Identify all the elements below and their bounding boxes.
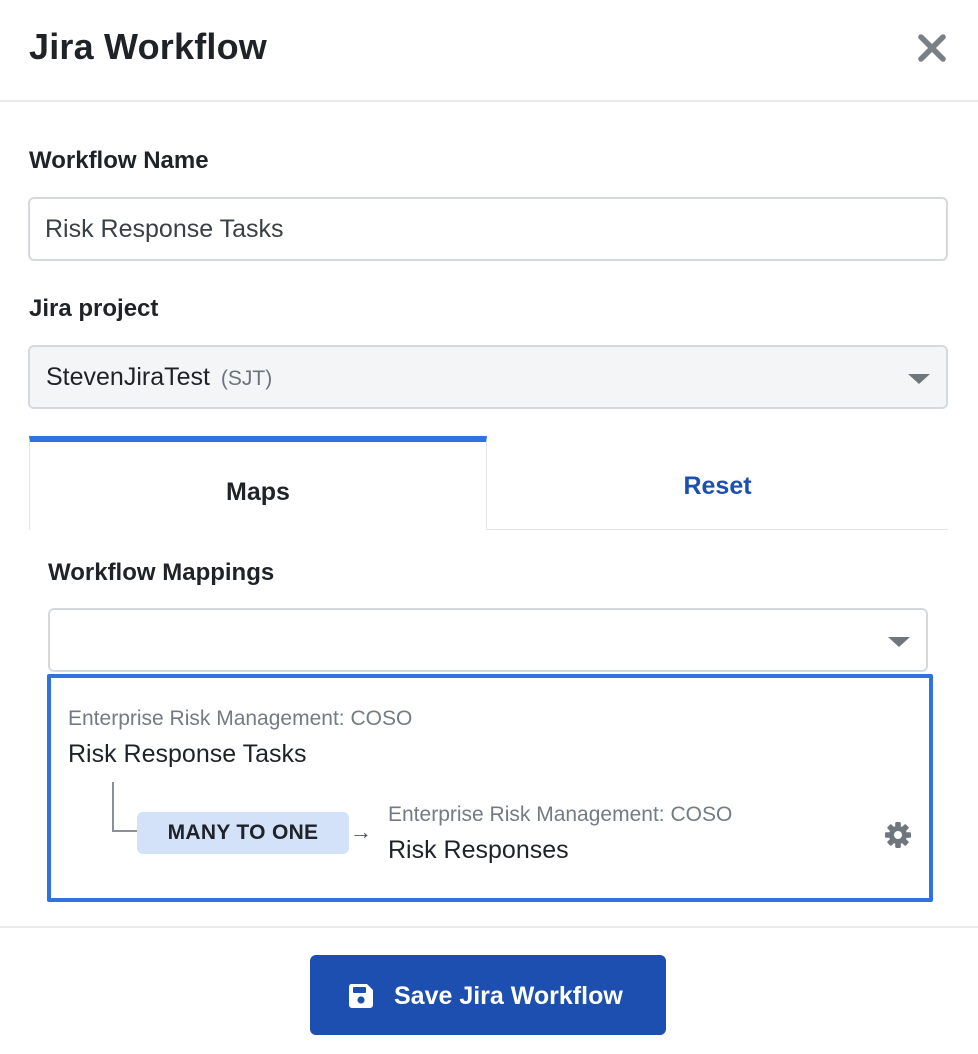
- workflow-name-label: Workflow Name: [29, 147, 209, 174]
- relation-badge: MANY TO ONE: [137, 812, 349, 854]
- floppy-disk-icon: [348, 983, 374, 1009]
- tab-maps-label: Maps: [226, 478, 290, 506]
- tab-reset-label: Reset: [683, 472, 752, 500]
- close-icon[interactable]: [914, 30, 950, 66]
- source-category: Enterprise Risk Management: COSO: [68, 707, 413, 730]
- dialog-title: Jira Workflow: [29, 26, 267, 67]
- workflow-name-input[interactable]: [28, 197, 948, 261]
- jira-project-label: Jira project: [29, 295, 159, 322]
- dialog-header: Jira Workflow: [0, 0, 978, 102]
- target-category: Enterprise Risk Management: COSO: [388, 803, 733, 826]
- source-name: Risk Response Tasks: [68, 740, 307, 768]
- workflow-mappings-select[interactable]: [48, 608, 928, 672]
- jira-project-value: StevenJiraTest (SJT): [46, 363, 272, 392]
- gear-icon[interactable]: [883, 820, 913, 850]
- jira-project-key: (SJT): [220, 367, 273, 390]
- target-name: Risk Responses: [388, 836, 569, 864]
- workflow-mappings-label: Workflow Mappings: [48, 559, 275, 586]
- save-button-label: Save Jira Workflow: [394, 982, 623, 1010]
- mapping-item[interactable]: Enterprise Risk Management: COSO Risk Re…: [47, 674, 933, 902]
- arrow-right-icon: →: [350, 819, 372, 844]
- jira-project-name: StevenJiraTest: [46, 363, 210, 391]
- chevron-down-icon: [908, 374, 930, 384]
- tab-reset[interactable]: Reset: [487, 436, 948, 530]
- chevron-down-icon: [888, 637, 910, 647]
- save-jira-workflow-button[interactable]: Save Jira Workflow: [310, 955, 666, 1035]
- jira-project-select[interactable]: StevenJiraTest (SJT): [28, 345, 948, 409]
- tab-bar: Maps Reset: [28, 436, 948, 530]
- connector-line: [112, 830, 138, 832]
- connector-line: [112, 782, 114, 832]
- tab-maps[interactable]: Maps: [29, 436, 487, 530]
